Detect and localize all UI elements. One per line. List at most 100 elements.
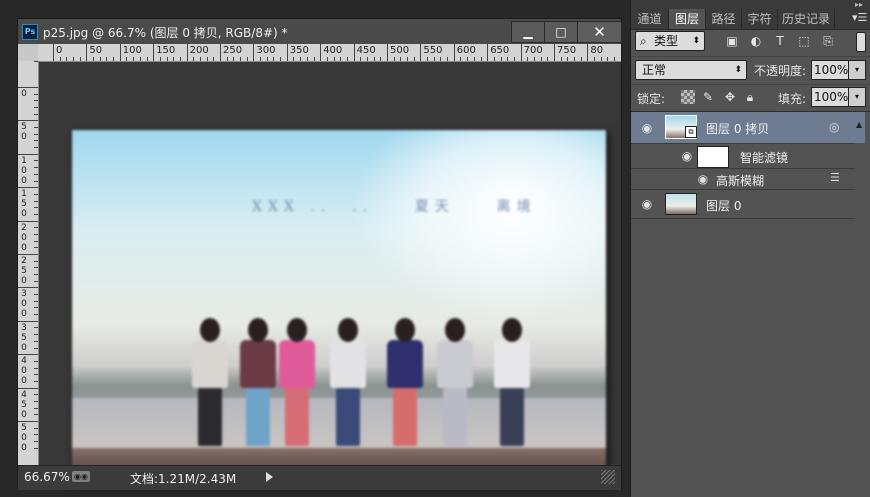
fill-input[interactable]: 100% <box>811 87 849 107</box>
visibility-eye-icon[interactable]: ◉ <box>639 122 655 134</box>
visibility-eye-icon[interactable]: ◉ <box>639 198 655 210</box>
layers-scrollbar[interactable]: ▲ <box>855 112 865 143</box>
ruler-minor-tick <box>440 57 442 61</box>
gaussian-blur-filter-row[interactable]: ◉ 高斯模糊 ☰ <box>631 169 855 190</box>
ruler-major-tick <box>18 320 38 322</box>
ruler-minor-tick <box>34 93 38 95</box>
lock-all-padlock-icon[interactable]: 🔒︎ <box>743 90 757 104</box>
resize-grip-icon[interactable] <box>601 470 615 484</box>
ruler-label: 200 <box>21 222 27 253</box>
ruler-label: 600 <box>456 45 476 56</box>
ruler-minor-tick <box>73 57 75 61</box>
document-title: p25.jpg @ 66.7% (图层 0 拷贝, RGB/8#) * <box>43 26 288 40</box>
ruler-minor-tick <box>34 267 38 269</box>
minimize-button[interactable]: ▁ <box>511 21 545 43</box>
tab-history[interactable]: 历史记录 <box>778 9 835 29</box>
ruler-minor-tick <box>34 334 38 336</box>
tab-paths[interactable]: 路径 <box>706 9 742 29</box>
layer-name[interactable]: 图层 0 拷贝 <box>706 120 769 137</box>
ruler-label: 0 <box>21 89 27 99</box>
ruler-label: 300 <box>256 45 276 56</box>
ruler-minor-tick <box>179 57 181 61</box>
ruler-minor-tick <box>366 57 368 61</box>
opacity-slider-button[interactable]: ▾ <box>848 60 866 80</box>
tab-channels[interactable]: 通道 <box>631 9 669 29</box>
tab-character[interactable]: 字符 <box>742 9 778 29</box>
ruler-minor-tick <box>34 360 38 362</box>
filter-blending-options-icon[interactable]: ☰ <box>830 172 844 184</box>
ruler-minor-tick <box>480 57 482 61</box>
ruler-major-tick <box>18 254 38 255</box>
person-head <box>248 318 268 342</box>
person-head <box>200 318 220 342</box>
ruler-label: 300 <box>21 289 27 320</box>
ruler-major-tick <box>18 187 38 189</box>
ruler-minor-tick <box>34 367 38 369</box>
photo-canvas[interactable]: XXX .. .. 夏天 离境 <box>72 130 606 484</box>
ruler-minor-tick <box>473 57 475 61</box>
layer-name[interactable]: 图层 0 <box>706 197 741 214</box>
ruler-minor-tick <box>293 57 295 61</box>
ruler-label: 500 <box>390 45 410 56</box>
adjustment-filter-icon[interactable]: ◐ <box>748 33 764 49</box>
ruler-label: 350 <box>21 322 27 353</box>
shape-filter-icon[interactable]: ⬚ <box>796 33 812 49</box>
visibility-eye-icon[interactable]: ◉ <box>679 150 695 162</box>
lock-position-move-icon[interactable]: ✥ <box>723 90 737 104</box>
person-legs <box>198 388 222 446</box>
collapse-panels-icon[interactable]: ▸▸ <box>855 0 863 9</box>
ruler-major-tick <box>520 44 522 61</box>
fill-slider-button[interactable]: ▾ <box>848 87 866 107</box>
ruler-minor-tick <box>34 414 38 416</box>
ruler-major-tick <box>18 220 38 222</box>
ruler-major-tick <box>253 44 255 61</box>
photoshop-app-icon: Ps <box>22 24 38 40</box>
person-torso <box>192 340 228 388</box>
ruler-label: 450 <box>356 45 376 56</box>
ruler-label: 650 <box>490 45 510 56</box>
layer-row-selected[interactable]: ◉ ⧉ 图层 0 拷贝 ◎ <box>631 112 855 144</box>
opacity-input[interactable]: 100% <box>811 60 849 80</box>
ruler-minor-tick <box>34 167 38 169</box>
zoom-level[interactable]: 66.67% <box>24 470 70 484</box>
horizontal-ruler[interactable]: 0 50 100 150 200 250 300 350 400 450 500 550 600 650 7… <box>38 44 621 62</box>
ruler-minor-tick <box>34 233 38 235</box>
ruler-minor-tick <box>460 57 462 61</box>
canvas-area[interactable]: XXX .. .. 夏天 离境 <box>39 62 621 484</box>
filter-toggle-switch[interactable] <box>856 32 866 52</box>
filter-mask-thumbnail[interactable] <box>697 146 729 168</box>
scroll-up-arrow-icon[interactable]: ▲ <box>856 120 862 129</box>
smart-filters-row[interactable]: ◉ 智能滤镜 <box>631 144 855 169</box>
smart-object-filter-icon[interactable]: ⎘ <box>820 33 836 49</box>
panel-menu-icon[interactable]: ▾☰ <box>852 11 867 24</box>
layer-thumbnail <box>665 193 697 215</box>
ruler-minor-tick <box>360 57 362 61</box>
document-title-bar[interactable]: Ps p25.jpg @ 66.7% (图层 0 拷贝, RGB/8#) * ▁… <box>18 19 622 44</box>
tab-layers[interactable]: 图层 <box>669 9 706 29</box>
ruler-major-tick <box>453 44 455 61</box>
vertical-ruler[interactable]: 0 50 100 150 200 250 300 350 400 450 500 <box>18 61 39 465</box>
image-filter-icon[interactable]: ▣ <box>724 33 740 49</box>
ruler-minor-tick <box>433 57 435 61</box>
ruler-minor-tick <box>600 57 602 61</box>
status-menu-arrow-icon[interactable] <box>266 472 273 482</box>
person-head <box>338 318 358 342</box>
filter-kind-select[interactable]: ⌕ 类型 ⬍ <box>635 31 705 51</box>
close-button[interactable]: ✕ <box>577 21 622 43</box>
visibility-eye-icon[interactable]: ◉ <box>695 173 711 185</box>
ruler-minor-tick <box>146 57 148 61</box>
lock-pixels-brush-icon[interactable]: ✎ <box>701 90 715 104</box>
ruler-origin-corner[interactable] <box>18 44 39 62</box>
smart-filter-indicator-icon[interactable]: ◎ <box>829 121 843 133</box>
ruler-minor-tick <box>34 441 38 443</box>
ruler-minor-tick <box>273 57 275 61</box>
lock-transparency-icon[interactable] <box>681 90 695 104</box>
type-filter-icon[interactable]: T <box>772 33 788 49</box>
layer-row[interactable]: ◉ 图层 0 <box>631 190 855 219</box>
maximize-button[interactable]: □ <box>544 21 578 43</box>
blend-mode-select[interactable]: 正常 ⬍ <box>635 60 747 80</box>
zoom-toggle-icon[interactable]: ◉◉ <box>72 471 90 482</box>
ruler-minor-tick <box>34 260 38 262</box>
ruler-minor-tick <box>326 57 328 61</box>
ruler-minor-tick <box>246 57 248 61</box>
